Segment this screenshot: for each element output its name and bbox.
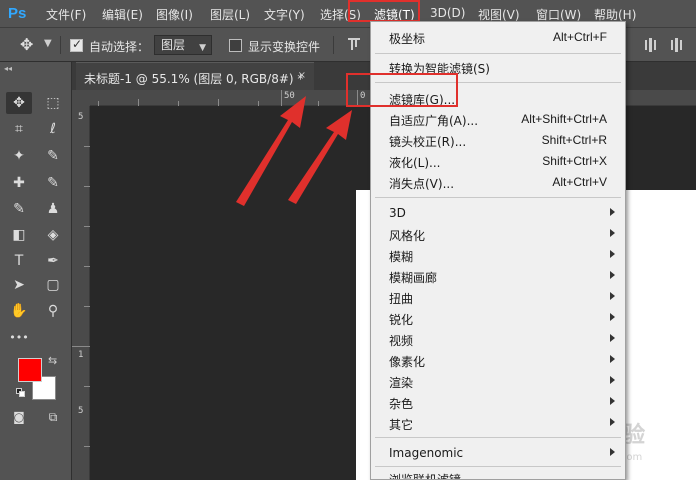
- annotation-arrows: [236, 96, 352, 206]
- foreground-color-swatch[interactable]: [18, 358, 42, 382]
